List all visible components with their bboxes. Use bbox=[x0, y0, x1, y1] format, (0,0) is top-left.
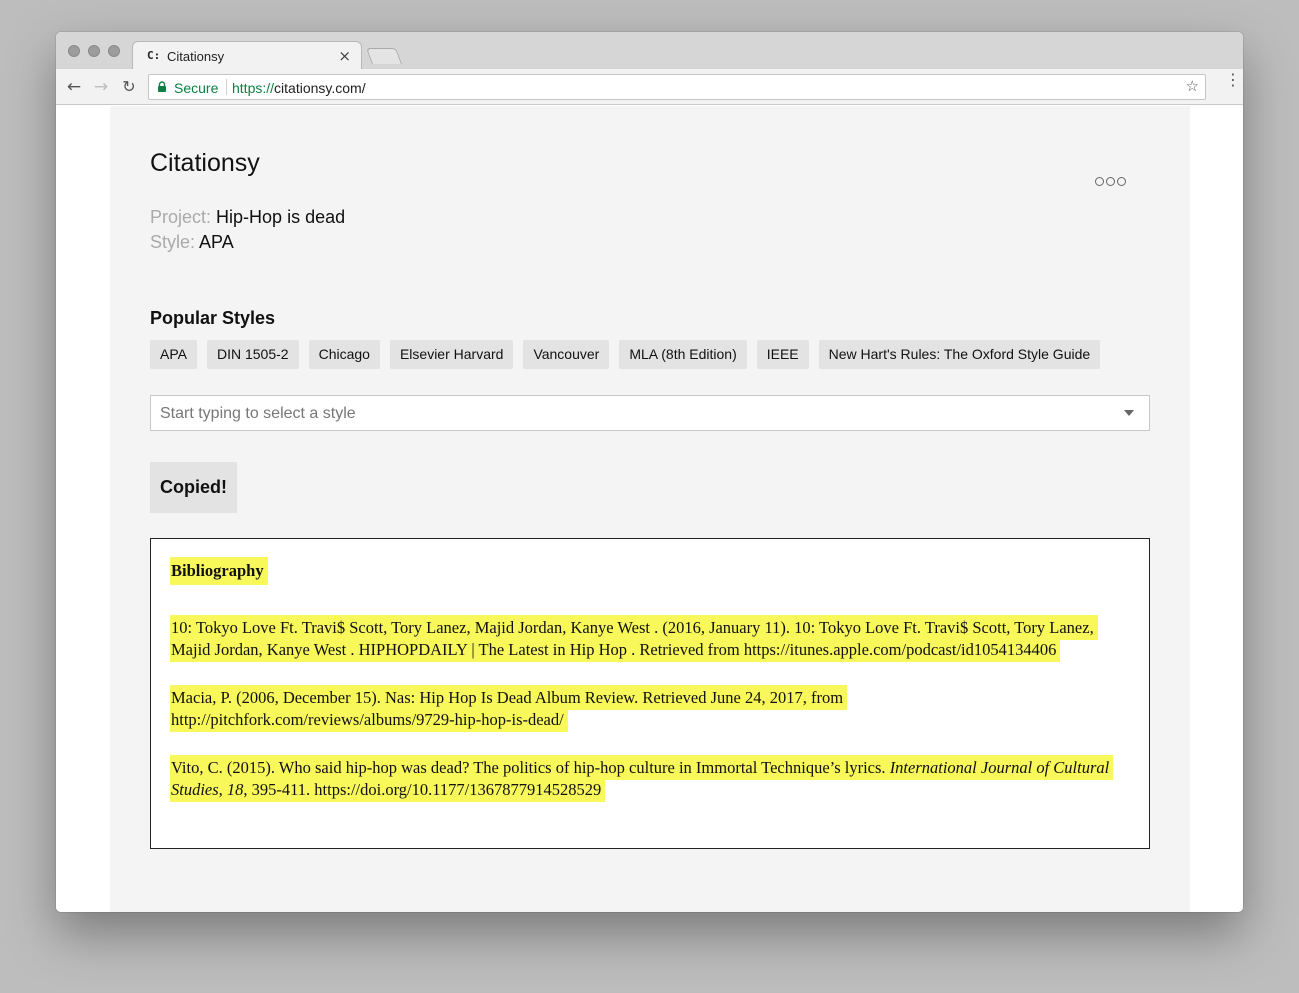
style-label: Style: bbox=[150, 232, 196, 252]
tab-strip: C: Citationsy × bbox=[56, 32, 1243, 70]
project-info: Project: Hip-Hop is dead bbox=[150, 207, 345, 228]
minimize-window-icon[interactable] bbox=[88, 45, 100, 57]
lock-icon bbox=[158, 81, 166, 92]
bibliography-heading: Bibliography bbox=[170, 557, 268, 585]
address-separator bbox=[226, 79, 227, 95]
style-chip-din[interactable]: DIN 1505-2 bbox=[206, 340, 299, 369]
style-name: APA bbox=[199, 232, 234, 252]
forward-icon[interactable]: → bbox=[91, 77, 111, 97]
citation-text: Vito, C. (2015). Who said hip-hop was de… bbox=[170, 755, 1114, 802]
browser-window: C: Citationsy × ← → ↻ Secure https://cit… bbox=[56, 32, 1243, 912]
url-text[interactable]: https://citationsy.com/ bbox=[232, 80, 366, 96]
project-label: Project: bbox=[150, 207, 212, 227]
citation-sep: , bbox=[218, 780, 227, 799]
citation-entry: 10: Tokyo Love Ft. Travi$ Scott, Tory La… bbox=[170, 615, 1110, 662]
reload-icon[interactable]: ↻ bbox=[119, 77, 139, 97]
citation-entry: Macia, P. (2006, December 15). Nas: Hip … bbox=[170, 685, 1110, 732]
citation-entry: Vito, C. (2015). Who said hip-hop was de… bbox=[170, 755, 1114, 802]
chevron-down-icon[interactable] bbox=[1124, 410, 1134, 416]
secure-label: Secure bbox=[174, 80, 219, 96]
address-bar[interactable]: Secure https://citationsy.com/ ☆ bbox=[148, 74, 1206, 100]
back-icon[interactable]: ← bbox=[64, 77, 84, 97]
citation-text: Macia, P. (2006, December 15). Nas: Hip … bbox=[170, 685, 848, 732]
maximize-window-icon[interactable] bbox=[108, 45, 120, 57]
style-chip-apa[interactable]: APA bbox=[150, 340, 197, 369]
citation-text: 10: Tokyo Love Ft. Travi$ Scott, Tory La… bbox=[170, 615, 1098, 662]
project-name[interactable]: Hip-Hop is dead bbox=[216, 207, 345, 227]
tab-citationsy[interactable]: C: Citationsy × bbox=[132, 41, 362, 70]
app-title: Citationsy bbox=[150, 149, 260, 177]
bookmark-star-icon[interactable]: ☆ bbox=[1186, 77, 1199, 95]
favicon-icon: C: bbox=[147, 49, 161, 62]
style-chip-new-harts-rules[interactable]: New Hart's Rules: The Oxford Style Guide bbox=[818, 340, 1101, 369]
tab-close-icon[interactable]: × bbox=[338, 47, 351, 65]
tab-title: Citationsy bbox=[167, 49, 225, 64]
dot-icon bbox=[1117, 177, 1126, 186]
style-search-input[interactable] bbox=[160, 404, 1100, 424]
popular-styles-heading: Popular Styles bbox=[150, 308, 276, 328]
style-chip-ieee[interactable]: IEEE bbox=[756, 340, 809, 369]
citation-pages-doi: , 395-411. https://doi.org/10.1177/13678… bbox=[243, 780, 602, 799]
dot-icon bbox=[1095, 177, 1104, 186]
style-info: Style: APA bbox=[150, 232, 234, 253]
citation-volume: 18 bbox=[226, 780, 244, 799]
style-chip-mla[interactable]: MLA (8th Edition) bbox=[619, 340, 747, 369]
browser-toolbar: ← → ↻ Secure https://citationsy.com/ ☆ ⋮ bbox=[56, 69, 1243, 105]
citation-main: Vito, C. (2015). Who said hip-hop was de… bbox=[171, 758, 890, 777]
url-scheme: https:// bbox=[232, 80, 275, 96]
url-host: citationsy.com/ bbox=[274, 80, 366, 96]
style-select[interactable] bbox=[150, 395, 1150, 431]
style-chip-chicago[interactable]: Chicago bbox=[308, 340, 380, 369]
popular-styles-list: APA DIN 1505-2 Chicago Elsevier Harvard … bbox=[150, 340, 1101, 369]
close-window-icon[interactable] bbox=[68, 45, 80, 57]
dot-icon bbox=[1106, 177, 1115, 186]
browser-menu-icon[interactable]: ⋮ bbox=[1225, 72, 1241, 88]
bibliography-box: Bibliography 10: Tokyo Love Ft. Travi$ S… bbox=[150, 538, 1150, 849]
more-options-icon[interactable] bbox=[1095, 177, 1127, 189]
style-chip-vancouver[interactable]: Vancouver bbox=[523, 340, 610, 369]
copy-button[interactable]: Copied! bbox=[150, 462, 237, 513]
style-chip-elsevier-harvard[interactable]: Elsevier Harvard bbox=[389, 340, 514, 369]
app-page: Citationsy Project: Hip-Hop is dead Styl… bbox=[110, 106, 1190, 912]
page-viewport: Citationsy Project: Hip-Hop is dead Styl… bbox=[56, 106, 1243, 912]
new-tab-button[interactable] bbox=[366, 48, 402, 64]
